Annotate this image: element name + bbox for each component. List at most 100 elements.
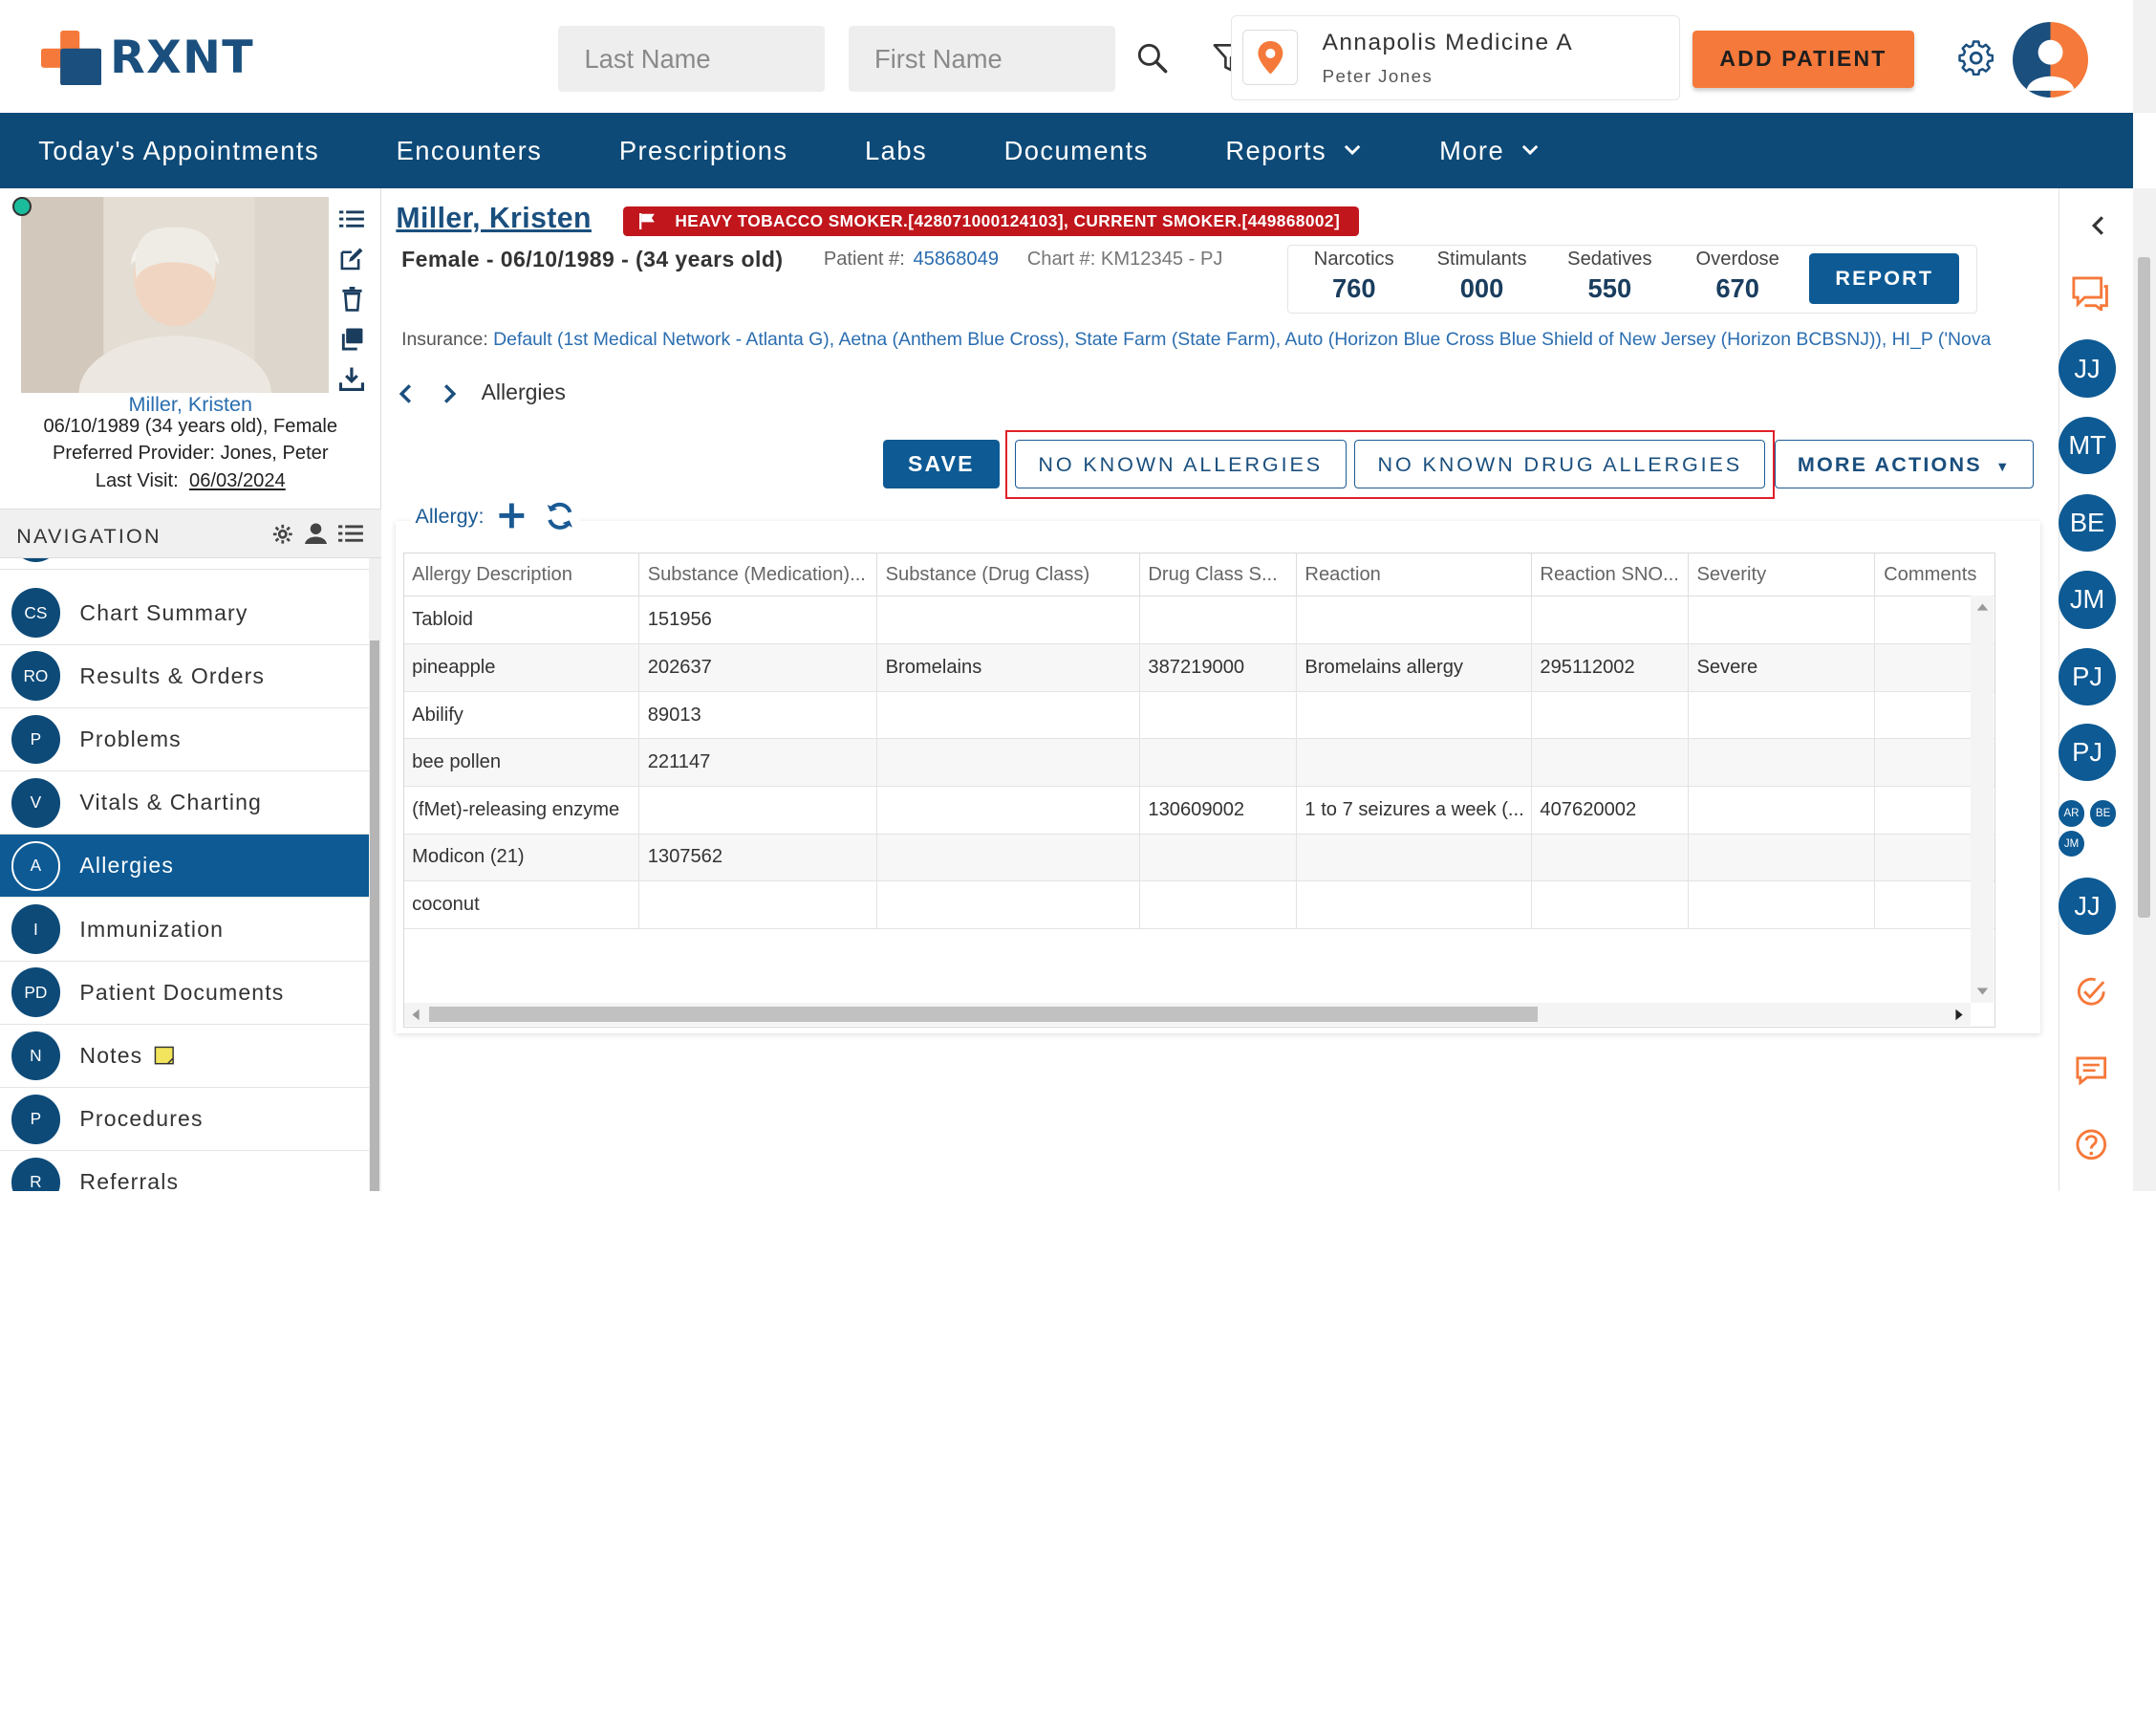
nav-reports[interactable]: Reports [1225,136,1362,166]
sidebar-item-patient-documents[interactable]: PD Patient Documents [0,961,369,1025]
nav-documents[interactable]: Documents [1004,136,1149,166]
rail-avatar[interactable]: PJ [2058,723,2117,782]
nav-labs[interactable]: Labs [865,136,927,166]
table-row[interactable]: pineapple 202637 Bromelains 387219000 Bromel… [403,643,1994,692]
column-header[interactable]: Substance (Drug Class) [876,553,1140,597]
sidebar-item-results-orders[interactable]: RO Results & Orders [0,644,369,708]
table-cell: (fMet)-releasing enzyme [403,786,640,835]
save-button[interactable]: SAVE [882,440,1000,488]
allergy-caption-label: Allergy: [415,503,485,528]
help-icon[interactable] [2075,1128,2108,1161]
table-cell [876,691,1140,740]
sidebar-item-allergies[interactable]: A Allergies [0,835,369,899]
rail-avatar[interactable]: BE [2058,493,2117,552]
no-known-allergies-button[interactable]: NO KNOWN ALLERGIES [1014,440,1347,488]
insurance-value[interactable]: Default (1st Medical Network - Atlanta G… [493,329,1991,350]
table-cell: Bromelains allergy [1296,643,1532,692]
table-row[interactable]: Tabloid 151956 [403,596,1994,645]
add-allergy-icon[interactable] [498,502,526,530]
scroll-up-icon[interactable] [1976,602,1989,612]
rail-avatar[interactable]: JM [2058,571,2117,629]
nav-settings-icon[interactable] [272,524,293,545]
location-selector[interactable]: Annapolis Medicine A Peter Jones [1230,14,1681,101]
rail-avatar[interactable]: PJ [2058,647,2117,706]
gear-icon[interactable] [1955,37,1996,78]
patient-name-heading[interactable]: Miller, Kristen [396,203,592,235]
nav-todays-appointments[interactable]: Today's Appointments [38,136,319,166]
scroll-left-icon[interactable] [411,1009,420,1021]
chevron-right-icon[interactable] [439,381,461,406]
nav-person-icon[interactable] [305,522,328,545]
table-row[interactable]: (fMet)-releasing enzyme 130609002 1 to 7 s… [403,786,1994,835]
nav-list-icon[interactable] [337,524,363,543]
table-row[interactable]: Abilify 89013 [403,691,1994,740]
patient-number-value[interactable]: 45868049 [913,249,999,270]
nav-label: Labs [865,135,928,165]
sidebar-item-problems[interactable]: P Problems [0,707,369,772]
nav-item-hidden[interactable] [0,558,369,570]
scroll-right-icon[interactable] [1954,1009,1964,1021]
scrollbar-thumb[interactable] [2138,257,2151,918]
search-icon[interactable] [1133,38,1172,76]
sidebar-item-procedures[interactable]: P Procedures [0,1088,369,1152]
copy-icon[interactable] [337,319,368,359]
edit-icon[interactable] [337,239,368,279]
table-cell [1531,834,1689,882]
page-scrollbar[interactable] [2132,188,2156,1191]
nav-encounters[interactable]: Encounters [397,136,543,166]
scrollbar-thumb[interactable] [370,640,380,1191]
navigation-scrollbar[interactable] [368,558,381,1191]
table-row[interactable]: bee pollen 221147 [403,738,1994,787]
message-icon[interactable] [2075,1055,2108,1086]
column-header[interactable]: Allergy Description [403,553,640,597]
sidebar-item-referrals[interactable]: R Referrals [0,1151,369,1191]
add-patient-button[interactable]: ADD PATIENT [1692,30,1914,89]
column-header[interactable]: Reaction [1296,553,1532,597]
column-header[interactable]: Substance (Medication)... [638,553,877,597]
last-name-input[interactable] [558,26,826,93]
report-button[interactable]: REPORT [1809,252,1960,304]
patient-name-link[interactable]: Miller, Kristen [0,392,381,417]
grid-horizontal-scrollbar[interactable] [404,1002,1971,1027]
task-check-icon[interactable] [2075,975,2108,1009]
nav-prescriptions[interactable]: Prescriptions [619,136,788,166]
column-header[interactable]: Severity [1688,553,1876,597]
rxnt-logo[interactable]: RXNT [41,30,254,86]
chat-bubbles-icon[interactable] [2071,275,2109,312]
nav-more[interactable]: More [1439,136,1540,166]
chevron-left-icon[interactable] [395,381,417,406]
list-icon[interactable] [337,200,368,240]
column-header[interactable]: Reaction SNO... [1531,553,1689,597]
sidebar-item-notes[interactable]: N Notes [0,1024,369,1089]
column-header[interactable]: Drug Class S... [1139,553,1297,597]
sidebar-item-vitals-charting[interactable]: V Vitals & Charting [0,771,369,835]
sticky-note-icon[interactable] [154,1046,175,1065]
more-actions-button[interactable]: MORE ACTIONS ▼ [1775,440,2034,488]
collapse-rail-icon[interactable] [2087,213,2109,238]
table-row[interactable]: Modicon (21) 1307562 [403,834,1994,882]
sidebar-item-immunization[interactable]: I Immunization [0,898,369,962]
last-visit-date[interactable]: 06/03/2024 [189,470,286,491]
table-cell [1296,691,1532,740]
table-cell: 151956 [638,596,877,645]
table-cell [876,880,1140,929]
no-known-drug-allergies-button[interactable]: NO KNOWN DRUG ALLERGIES [1354,440,1766,488]
table-cell: Severe [1688,643,1876,692]
trash-icon[interactable] [337,279,368,319]
first-name-input[interactable] [848,26,1115,93]
scrollbar-thumb[interactable] [428,1007,1538,1022]
rail-mini-avatar[interactable]: BE [2089,800,2117,827]
rail-avatar[interactable]: JJ [2058,339,2117,398]
user-avatar[interactable] [2013,22,2089,98]
sidebar-item-chart-summary[interactable]: CS Chart Summary [0,581,369,645]
column-header[interactable]: Comments [1874,553,1994,597]
rail-mini-avatar[interactable]: AR [2058,800,2085,827]
patient-number: Patient #: 45868049 [824,249,999,271]
scroll-down-icon[interactable] [1976,987,1989,996]
grid-vertical-scrollbar[interactable] [1970,595,1994,1003]
table-row[interactable]: coconut [403,880,1994,929]
navigation-title: NAVIGATION [16,523,162,548]
refresh-icon[interactable] [545,501,575,532]
page-scrollbar-top [2132,0,2156,113]
pdmp-value: 670 [1715,272,1759,303]
